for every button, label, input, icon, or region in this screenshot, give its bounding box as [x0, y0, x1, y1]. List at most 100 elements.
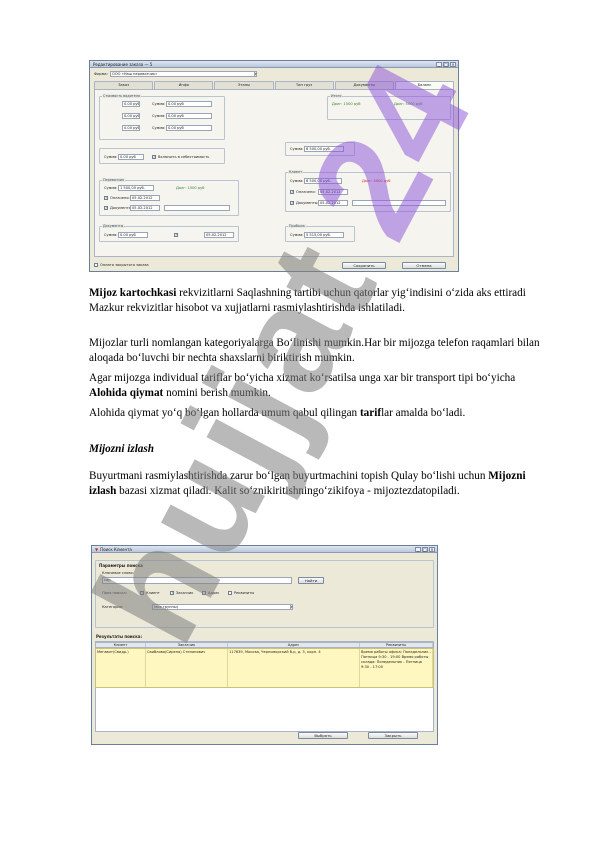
tax-sum-field[interactable]: 0.00 руб	[118, 154, 144, 160]
closed-order-checkbox[interactable]	[94, 263, 98, 267]
search-field-details-checkbox[interactable]	[228, 591, 232, 595]
maximize-icon[interactable]: □	[443, 61, 449, 67]
carrier-paid-date[interactable]: 05.02.2012	[130, 195, 160, 201]
costs-group: Стоимость водителя 0.00 руб Сумма: 0.00 …	[99, 94, 225, 140]
search-field-customer-checkbox[interactable]	[170, 590, 174, 595]
paragraph-client-search: Buyurtmani rasmiylashtirishda zarur bo‘l…	[89, 469, 549, 499]
column-details[interactable]: Реквизиты	[360, 643, 433, 647]
client-debt-text: Долг: 5000 руб	[362, 179, 391, 183]
total-sum-field[interactable]: 6 500,00 руб.	[304, 146, 344, 152]
search-field-address-checkbox[interactable]	[202, 591, 206, 595]
separate-price-term: Alohida qiymat	[89, 387, 164, 399]
minimize-icon[interactable]: _	[415, 546, 421, 552]
window-titlebar: Редактирование заказа — 5 _ □ ×	[90, 61, 458, 68]
search-field-details-label: Реквизиты	[234, 591, 255, 595]
column-client[interactable]: Клиент	[96, 643, 146, 647]
close-icon[interactable]: ×	[450, 61, 456, 67]
results-title: Результаты поиска:	[96, 634, 143, 639]
client-docs-checkbox[interactable]	[290, 200, 294, 205]
paragraph-client-card: Mijoz kartochkasi rekvizitlarni Saqlashn…	[89, 286, 549, 316]
carrier-docs-checkbox[interactable]	[104, 205, 108, 210]
keyword-label: Ключевое слово:	[102, 571, 134, 575]
tax-checkbox-label: Включить в себестоимость	[158, 155, 210, 159]
client-paid-checkbox[interactable]	[290, 189, 294, 194]
save-button[interactable]: Сохранить	[342, 262, 386, 269]
documents-group-title: Документы	[102, 224, 125, 228]
cost-field-3[interactable]: 0.00 руб	[122, 125, 140, 131]
tab-info[interactable]: Инфо	[154, 81, 214, 89]
client-search-heading: Mijozni izlash	[89, 443, 154, 455]
carrier-paid-checkbox[interactable]	[104, 195, 108, 200]
docs-paid-checkbox[interactable]	[174, 232, 178, 237]
order-edit-window: Редактирование заказа — 5 _ □ × Фирма: О…	[89, 60, 459, 272]
cell-details: Время работы офиса: Понедельник - Пятниц…	[360, 649, 433, 687]
tab-documents[interactable]: Документы	[334, 81, 394, 89]
client-group: Клиент Сумма: 6 500,00 руб. Долг: 5000 р…	[285, 170, 451, 212]
search-field-address-label: Адрес	[208, 591, 220, 595]
profit-sum-label: Сумма:	[290, 233, 304, 237]
profit-group-title: Прибыль	[288, 224, 306, 228]
search-text-b: bazasi xizmat qiladi. Kalit so‘znikiriti…	[116, 485, 460, 497]
tab-bar: Заказ Инфо Этапы Тип груз Документы Бала…	[94, 81, 455, 89]
cancel-button[interactable]: Отмена	[402, 262, 446, 269]
chevron-down-icon[interactable]: ▾	[290, 604, 293, 610]
status-text-2: Долг: 5000 руб	[394, 102, 423, 106]
chevron-down-icon[interactable]: ▾	[254, 71, 257, 77]
tax-checkbox[interactable]	[152, 154, 156, 159]
tab-balance[interactable]: Баланс	[394, 81, 455, 89]
tab-order[interactable]: Заказ	[94, 81, 154, 89]
find-button[interactable]: Найти	[298, 577, 324, 584]
close-button[interactable]: Закрыть	[368, 732, 418, 739]
search-field-client-checkbox[interactable]	[140, 590, 144, 595]
cell-address: 117639, Москва, Черноморский б-р, д. 5, …	[228, 649, 360, 687]
cost-field-2[interactable]: 0.00 руб	[122, 113, 140, 119]
keyword-input[interactable]: сир	[102, 577, 292, 584]
client-sum-label: Сумма:	[290, 179, 304, 183]
client-search-window: ▼ Поиск Клиента _ □ × Параметры поиска К…	[91, 545, 438, 745]
cost-field-1[interactable]: 0.00 руб	[122, 101, 140, 107]
tariffs-text-a: Agar mijozga individual tariflar bo‘yich…	[89, 372, 516, 384]
window-controls: _ □ ×	[436, 61, 458, 67]
balance-group-title: Итого	[330, 94, 343, 98]
profit-group: Прибыль Сумма: 5 515,00 руб.	[285, 224, 355, 242]
carrier-paid-label: Оплачено:	[110, 196, 130, 200]
carrier-docs-note[interactable]	[164, 205, 230, 211]
search-params-group: Параметры поиска Ключевое слово: сир Най…	[95, 560, 434, 628]
paragraph-default-tariffs: Alohida qiymat yo‘q bo‘lgan hollarda umu…	[89, 406, 549, 421]
carrier-group-title: Перевозчик	[102, 178, 126, 182]
docs-sum-field[interactable]: 0.00 руб	[118, 232, 148, 238]
client-docs-note[interactable]	[352, 200, 446, 206]
carrier-sum-field[interactable]: 1 500,00 руб.	[118, 185, 154, 191]
window-title: Редактирование заказа — 5	[93, 61, 153, 67]
documents-group: Документы Сумма: 0.00 руб 05.02.2012	[99, 224, 239, 242]
sum-field-3[interactable]: 0.00 руб	[166, 125, 212, 131]
close-icon[interactable]: ×	[429, 546, 435, 552]
table-row[interactable]: Мегавит(Свидр.) Свиблово(Сиреня) Степано…	[95, 648, 434, 688]
maximize-icon[interactable]: □	[422, 546, 428, 552]
sum-label-3: Сумма:	[152, 126, 166, 130]
client-sum-field[interactable]: 6 500,00 руб.	[304, 178, 342, 184]
firm-label: Фирма:	[94, 72, 108, 76]
search-params-title: Параметры поиска	[99, 563, 143, 568]
category-select[interactable]: (все группы)	[152, 604, 292, 610]
tab-stages[interactable]: Этапы	[214, 81, 274, 89]
client-docs-date[interactable]: 05.02.2012	[318, 200, 348, 206]
costs-group-title: Стоимость водителя	[102, 94, 142, 98]
docs-date[interactable]: 05.02.2012	[204, 232, 234, 238]
carrier-debt-text: Долг: 1500 руб	[176, 186, 205, 190]
client-paid-date[interactable]: 05.02.2012	[318, 189, 348, 195]
sum-field-2[interactable]: 0.00 руб	[166, 113, 212, 119]
search-field-customer-label: Заказчик	[176, 591, 194, 595]
client-card-term: Mijoz kartochkasi	[89, 287, 177, 299]
column-address[interactable]: Адрес	[228, 643, 360, 647]
tab-cargo-type[interactable]: Тип груз	[274, 81, 334, 89]
default-text-a: Alohida qiymat yo‘q bo‘lgan hollarda umu…	[89, 407, 360, 419]
profit-sum-field[interactable]: 5 515,00 руб.	[304, 232, 344, 238]
carrier-docs-date[interactable]: 05.02.2012	[130, 205, 160, 211]
firm-select[interactable]: ООО «Наш перевозчик»	[110, 71, 256, 77]
column-customer[interactable]: Заказчик	[146, 643, 228, 647]
sum-label-2: Сумма:	[152, 114, 166, 118]
minimize-icon[interactable]: _	[436, 61, 442, 67]
select-button[interactable]: Выбрать	[298, 732, 348, 739]
sum-field-1[interactable]: 0.00 руб	[166, 101, 212, 107]
